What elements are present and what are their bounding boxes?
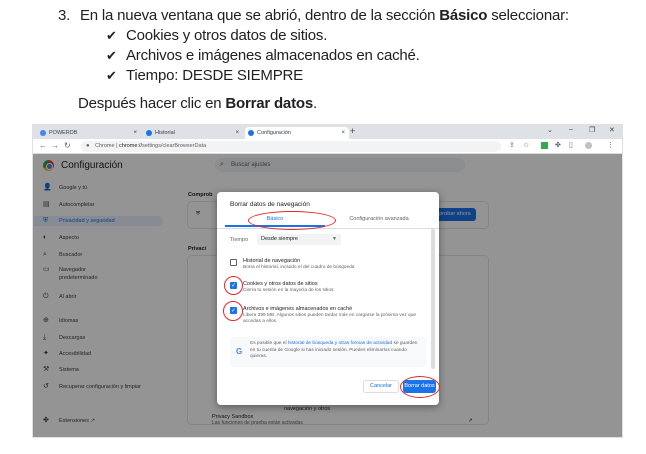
url-field[interactable]: ● Chrome | chrome://settings/clearBrowse…: [81, 141, 501, 152]
option-title: Historial de navegación: [243, 258, 301, 264]
option-title: Cookies y otros datos de sitios: [243, 281, 318, 287]
window-close-icon[interactable]: ✕: [609, 126, 615, 134]
bullet-item: ✔ Archivos e imágenes almacenados en cach…: [106, 46, 420, 66]
settings-favicon-icon: [248, 130, 254, 136]
close-icon[interactable]: ×: [133, 127, 137, 139]
clear-browsing-data-dialog: Borrar datos de navegación Básico Config…: [217, 192, 440, 405]
after-end: .: [312, 95, 317, 112]
check-mark-icon: ✔: [106, 49, 117, 64]
minimize-icon[interactable]: –: [569, 126, 573, 133]
step-text-end: seleccionar:: [487, 7, 569, 24]
after-bold: Borrar datos: [225, 95, 313, 112]
extension-icon[interactable]: [541, 142, 548, 149]
step-line: 3. En la nueva ventana que se abrió, dent…: [58, 7, 569, 24]
check-mark-icon: ✔: [106, 69, 117, 84]
star-icon[interactable]: ☆: [523, 142, 530, 149]
after-text: Después hacer clic en: [78, 95, 226, 112]
dropdown-arrow-icon: ▼: [332, 236, 337, 242]
tab-basic[interactable]: Básico: [225, 212, 325, 227]
restore-icon[interactable]: ❐: [589, 126, 595, 134]
step-bold: Básico: [439, 7, 488, 24]
dialog-scrollbar[interactable]: [431, 229, 435, 369]
instruction-block: 3. En la nueva ventana que se abrió, dent…: [0, 0, 646, 120]
close-icon[interactable]: ×: [341, 127, 345, 139]
google-account-notice: G Es posible que el historial de búsqued…: [230, 337, 426, 367]
tab-label: POWERDB: [49, 130, 78, 136]
option-desc: Libera 399 MB. Algunos sitios pueden tar…: [243, 313, 417, 324]
tab-label: Configuración: [257, 130, 291, 136]
time-range-label: Tiempo: [230, 237, 249, 243]
sidebar-icon[interactable]: ▯: [569, 142, 576, 149]
notice-pre: Es posible que el: [250, 341, 288, 346]
notice-link[interactable]: historial de búsqueda y otras formas de …: [288, 341, 392, 346]
new-tab-button[interactable]: +: [350, 126, 355, 136]
history-checkbox[interactable]: [230, 259, 237, 266]
option-desc: Cierra tu sesión en la mayoría de los si…: [243, 288, 335, 293]
bullet-item: ✔ Cookies y otros datos de sitios.: [106, 26, 420, 46]
menu-dots-icon[interactable]: ⋮: [607, 142, 614, 149]
tab-powerdb[interactable]: POWERDB ×: [37, 127, 141, 139]
browser-screenshot: POWERDB × Historial × Configuración × + …: [32, 124, 623, 438]
after-line: Después hacer clic en Borrar datos.: [78, 95, 317, 112]
url-prefix: Chrome |: [95, 143, 120, 149]
tab-advanced[interactable]: Configuración avanzada: [327, 212, 431, 227]
share-icon[interactable]: ⇪: [509, 142, 516, 149]
cache-checkbox[interactable]: ✓: [230, 307, 237, 314]
chrome-info-icon: ●: [86, 143, 90, 149]
bullet-item: ✔ Tiempo: DESDE SIEMPRE: [106, 66, 420, 86]
check-mark-icon: ✔: [106, 29, 117, 44]
bullet-text: Cookies y otros datos de sitios.: [126, 27, 328, 44]
dialog-title: Borrar datos de navegación: [230, 201, 310, 208]
divider: [217, 228, 439, 229]
step-number: 3.: [58, 7, 71, 24]
google-g-icon: G: [236, 347, 243, 356]
tab-bar: POWERDB × Historial × Configuración × + …: [33, 125, 622, 139]
cookies-checkbox[interactable]: ✓: [230, 282, 237, 289]
bullet-list: ✔ Cookies y otros datos de sitios. ✔ Archi…: [106, 26, 420, 86]
clear-data-button[interactable]: Borrar datos: [403, 380, 436, 393]
tab-historial[interactable]: Historial ×: [143, 127, 243, 139]
tab-configuracion[interactable]: Configuración ×: [245, 127, 349, 139]
step-text: En la nueva ventana que se abrió, dentro…: [80, 7, 440, 24]
close-icon[interactable]: ×: [235, 127, 239, 139]
notice-text: Es posible que el historial de búsqueda …: [250, 341, 422, 361]
chevron-down-icon[interactable]: ⌄: [547, 126, 553, 134]
reload-icon[interactable]: ↻: [64, 141, 71, 150]
avatar[interactable]: [585, 142, 592, 149]
back-arrow-icon[interactable]: ←: [39, 141, 47, 150]
address-bar: ← → ↻ ● Chrome | chrome://settings/clear…: [33, 139, 622, 154]
bullet-text: Archivos e imágenes almacenados en caché…: [126, 47, 420, 64]
bullet-text: Tiempo: DESDE SIEMPRE: [126, 67, 303, 84]
forward-arrow-icon[interactable]: →: [51, 141, 59, 150]
tab-favicon-icon: [40, 130, 46, 136]
time-range-select[interactable]: Desde siempre ▼: [257, 234, 341, 245]
option-desc: Borra el historial, incluido el del cuad…: [243, 265, 355, 270]
option-title: Archivos e imágenes almacenados en caché: [243, 306, 353, 312]
tab-label: Historial: [155, 130, 175, 136]
url-path: settings/clearBrowserData: [141, 143, 207, 149]
puzzle-icon[interactable]: ✤: [555, 142, 562, 149]
time-range-value: Desde siempre: [261, 236, 298, 242]
url-host: chrome://: [119, 143, 142, 149]
cancel-button[interactable]: Cancelar: [363, 380, 399, 393]
settings-favicon-icon: [146, 130, 152, 136]
